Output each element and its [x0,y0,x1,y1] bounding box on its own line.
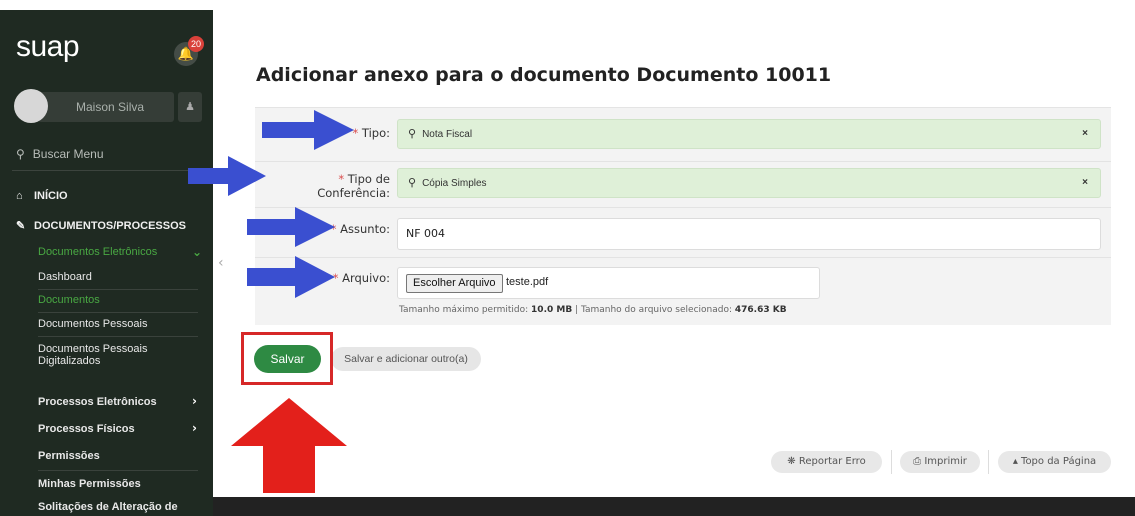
footer-divider [891,450,892,474]
assunto-input[interactable]: NF 004 [397,218,1101,250]
nav-documentos-processos[interactable]: ✎ DOCUMENTOS/PROCESSOS [16,219,186,232]
sidebar-item-solicitacoes[interactable]: Solitações de Alteração de [38,501,198,513]
sidebar-item-documentos-eletronicos[interactable]: Documentos Eletrônicos [38,246,198,258]
sidebar-item-documentos[interactable]: Documentos [38,294,198,306]
sidebar-item-processos-fisicos[interactable]: Processos Físicos [38,423,198,435]
sidebar [0,10,213,516]
document-edit-icon: ✎ [16,220,26,232]
row-divider [255,207,1111,208]
sidebar-item-documentos-pessoais-digitalizados[interactable]: Documentos Pessoais Digitalizados [38,343,198,367]
annotation-arrow-icon [262,110,354,150]
clear-icon[interactable]: × [1082,169,1088,197]
sidebar-item-permissoes[interactable]: Permissões [38,450,198,462]
user-panel: Maison Silva ♟ [14,89,202,123]
conferencia-value: Cópia Simples [422,178,487,189]
user-name[interactable]: Maison Silva [38,92,174,122]
file-name: teste.pdf [506,276,549,288]
top-strip [0,0,213,10]
sidebar-divider [38,312,198,313]
annotation-arrow-icon [247,256,335,298]
app-logo[interactable]: suap [16,30,80,64]
annotation-arrow-icon [188,156,266,196]
sidebar-item-processos-eletronicos[interactable]: Processos Eletrônicos [38,396,198,408]
highlight-box [241,332,333,385]
nav-inicio-label: INÍCIO [34,190,68,202]
chevron-down-icon: ⌄ [192,245,203,259]
search-menu[interactable]: ⚲ Buscar Menu [16,147,104,161]
sidebar-divider [38,470,198,471]
tipo-value: Nota Fiscal [422,129,473,140]
caret-up-icon: ▴ [1012,456,1018,467]
nav-inicio[interactable]: ⌂ INÍCIO [16,190,68,202]
nav-documentos-processos-label: DOCUMENTOS/PROCESSOS [34,220,186,232]
sidebar-item-documentos-pessoais[interactable]: Documentos Pessoais [38,318,198,330]
chevron-right-icon: › [192,421,197,435]
sidebar-divider [38,289,198,290]
footer-bar [213,497,1135,516]
footer-divider [988,450,989,474]
conferencia-select[interactable]: ⚲ Cópia Simples × [397,168,1101,198]
row-divider [255,257,1111,258]
clear-icon[interactable]: × [1082,120,1088,148]
conferencia-label: * Tipo de Conferência: [317,172,390,200]
collapse-sidebar-icon[interactable]: ‹ [218,255,224,271]
file-help-text: Tamanho máximo permitido: 10.0 MB | Tama… [399,305,787,315]
file-input: Escolher Arquivo teste.pdf [397,267,820,299]
notification-badge: 20 [188,36,204,52]
search-icon: ⚲ [16,147,25,161]
report-error-button[interactable]: ❋ Reportar Erro [771,451,882,473]
bug-icon: ❋ [787,456,796,467]
sidebar-divider [38,336,198,337]
choose-file-button[interactable]: Escolher Arquivo [406,274,503,293]
sidebar-item-dashboard[interactable]: Dashboard [38,271,198,283]
home-icon: ⌂ [16,190,23,202]
annotation-arrow-icon [231,398,347,493]
search-divider [12,170,202,171]
print-button[interactable]: ⎙ Imprimir [900,451,980,473]
chevron-right-icon: › [192,394,197,408]
search-icon: ⚲ [408,128,417,140]
printer-icon: ⎙ [913,456,922,467]
search-icon: ⚲ [408,177,417,189]
annotation-arrow-icon [247,207,335,247]
row-divider [255,161,1111,162]
tipo-select[interactable]: ⚲ Nota Fiscal × [397,119,1101,149]
save-and-add-button[interactable]: Salvar e adicionar outro(a) [331,347,481,371]
avatar [14,89,48,123]
search-menu-label: Buscar Menu [32,147,104,161]
sidebar-item-minhas-permissoes[interactable]: Minhas Permissões [38,478,198,490]
back-to-top-button[interactable]: ▴ Topo da Página [998,451,1111,473]
user-icon[interactable]: ♟ [178,92,202,122]
page-title: Adicionar anexo para o documento Documen… [256,64,832,86]
